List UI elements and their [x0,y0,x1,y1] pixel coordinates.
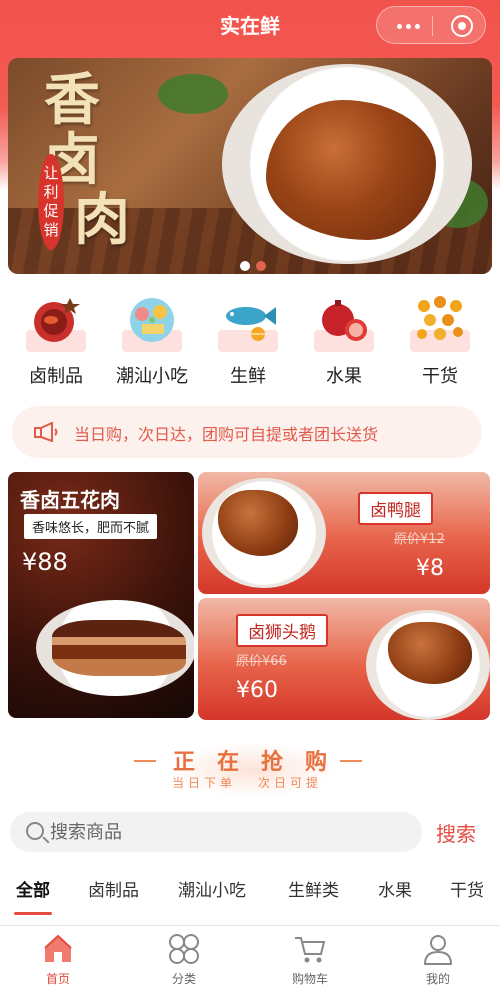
bottom-tab-bar: 首页 分类 购物车 我的 [0,925,500,989]
tabbar-label: 首页 [45,972,70,986]
original-price: 原价¥12 [394,532,445,547]
product-price: ¥60 [236,678,278,703]
home-icon [41,932,75,966]
tab-all[interactable]: 全部 [16,876,50,901]
category-label: 潮汕小吃 [116,366,188,387]
tabbar-label: 购物车 [291,972,328,986]
search-input[interactable] [50,820,410,844]
product-image [52,620,186,676]
tabbar-label: 分类 [171,972,196,986]
product-name: 香卤五花肉 [20,488,120,512]
product-price: ¥88 [22,548,68,576]
banner-meat [266,100,436,240]
snack-plate-icon [122,292,182,352]
banner-promo-seal: 让利促销 [38,154,64,250]
category-item-braised[interactable]: 卤制品 [8,292,104,388]
promo-card-pork-belly[interactable]: 香卤五花肉 香味悠长，肥而不腻 ¥88 [8,472,194,718]
fish-icon [218,292,278,352]
category-item-dried[interactable]: 干货 [392,292,488,388]
braised-bowl-icon [26,292,86,352]
tab-dried[interactable]: 干货 [450,876,484,901]
tab-snacks[interactable]: 潮汕小吃 [178,876,246,901]
flash-sale-sub-right: 次日可提 [258,776,323,790]
search-button[interactable]: 搜索 [436,818,476,847]
notice-text: 当日购，次日达，团购可自提或者团长送货 [74,425,379,444]
tab-fresh[interactable]: 生鲜类 [288,876,339,901]
carousel-dots[interactable] [240,256,272,271]
category-tabs: 全部 卤制品 潮汕小吃 生鲜类 水果 干货 [0,872,500,922]
product-price: ¥8 [416,556,444,581]
flash-sale-heading: 正在抢购 当日下单 次日可提 [0,742,500,798]
nav-bar: 实在鲜 [0,0,500,52]
search-icon [26,822,44,840]
herb-decoration [158,74,228,114]
promo-card-lion-goose[interactable]: 卤狮头鹅 原价¥66 ¥60 [198,598,490,720]
tabbar-cart[interactable]: 购物车 [270,932,350,987]
more-icon[interactable] [391,17,427,35]
promo-card-duck-leg[interactable]: 卤鸭腿 原价¥12 ¥8 [198,472,490,594]
category-icon [167,932,201,966]
dried-goods-icon [410,292,470,352]
fruit-icon [314,292,374,352]
carousel-dot[interactable] [256,261,266,271]
search-box [10,812,422,852]
category-item-snacks[interactable]: 潮汕小吃 [104,292,200,388]
category-label: 生鲜 [230,366,266,387]
product-name: 卤鸭腿 [358,492,433,525]
category-item-fresh[interactable]: 生鲜 [200,292,296,388]
close-target-icon[interactable] [451,15,473,37]
megaphone-icon [34,421,64,443]
tabbar-profile[interactable]: 我的 [398,932,478,987]
tab-braised[interactable]: 卤制品 [88,876,139,901]
user-icon [421,932,455,966]
cart-icon [293,932,327,966]
carousel-dot-active[interactable] [240,261,250,271]
tabbar-category[interactable]: 分类 [144,932,224,987]
tab-fruit[interactable]: 水果 [378,876,412,901]
tabbar-home[interactable]: 首页 [18,932,98,987]
flash-sale-title: 正在抢购 [172,750,349,775]
category-label: 水果 [326,366,362,387]
original-price: 原价¥66 [236,654,287,669]
category-grid: 卤制品 潮汕小吃 生鲜 水果 干货 [0,292,500,392]
category-label: 干货 [422,366,458,387]
tabbar-label: 我的 [425,972,450,986]
active-tab-indicator [14,912,52,915]
flash-sale-sub-left: 当日下单 [172,776,237,790]
notice-bar[interactable]: 当日购，次日达，团购可自提或者团长送货 [12,406,482,458]
mini-program-capsule [376,6,486,44]
category-item-fruit[interactable]: 水果 [296,292,392,388]
product-tagline: 香味悠长，肥而不腻 [24,514,158,539]
category-label: 卤制品 [29,366,83,387]
promo-banner[interactable]: 香卤 肉 让利促销 [8,58,492,274]
product-name: 卤狮头鹅 [236,614,328,647]
capsule-divider [432,16,433,36]
